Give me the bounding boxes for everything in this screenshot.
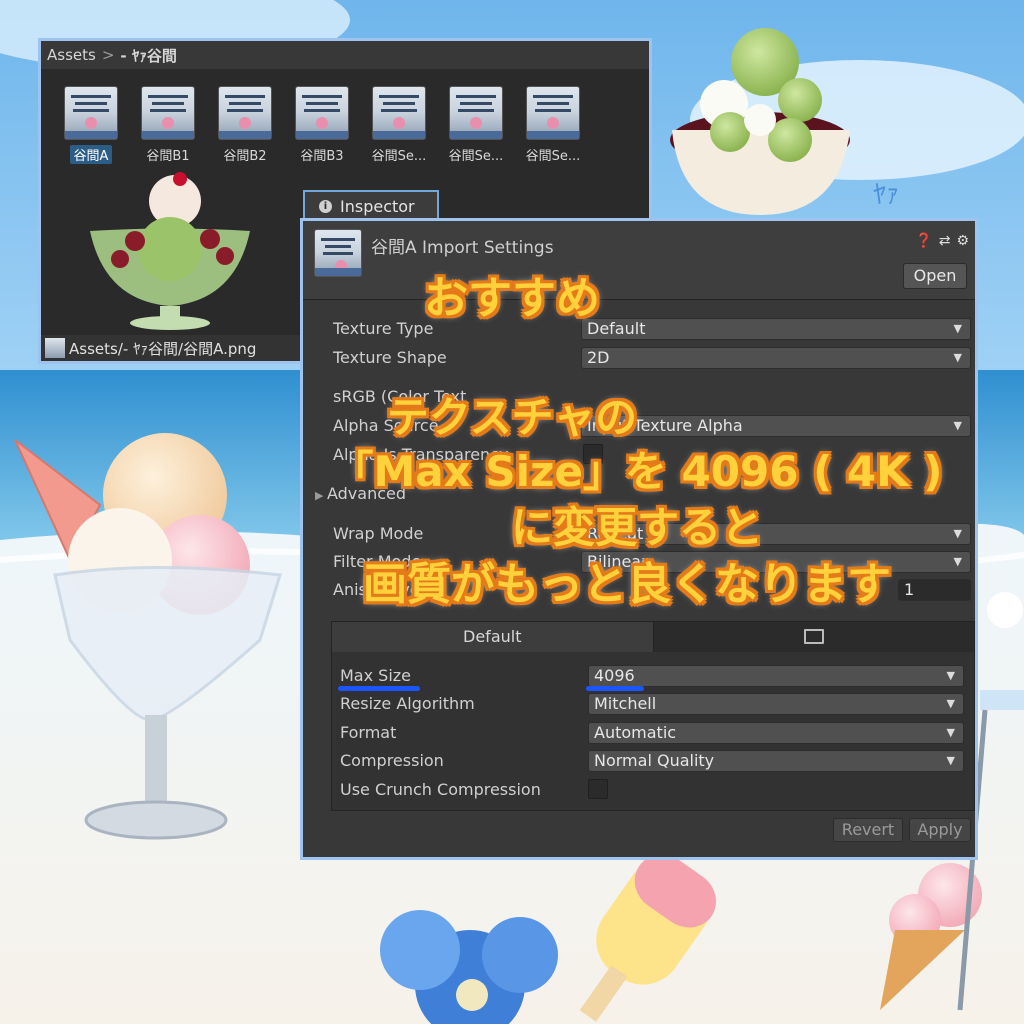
compression-value: Normal Quality	[594, 751, 715, 770]
caption-line-1: おすすめ	[424, 273, 600, 324]
resize-algorithm-value: Mitchell	[594, 694, 657, 713]
asset-item[interactable]: 谷間B2	[210, 87, 280, 164]
revert-button[interactable]: Revert	[833, 818, 903, 842]
texture-thumbnail	[527, 87, 579, 139]
asset-label: 谷間B2	[223, 149, 267, 164]
crunch-compression-checkbox[interactable]	[588, 779, 608, 799]
asset-item[interactable]: 谷間A	[56, 87, 126, 164]
asset-item[interactable]: 谷間Se...	[518, 87, 588, 164]
format-dropdown[interactable]: Automatic ▼	[588, 722, 964, 744]
texture-thumbnail	[296, 87, 348, 139]
dropdown-arrow-icon: ▼	[946, 697, 955, 710]
sliders-icon[interactable]: ⇄	[939, 233, 951, 249]
resize-algorithm-dropdown[interactable]: Mitchell ▼	[588, 693, 964, 715]
texture-thumbnail	[65, 87, 117, 139]
info-icon: i	[319, 199, 332, 213]
max-size-label-underline	[338, 686, 420, 691]
compression-dropdown[interactable]: Normal Quality ▼	[588, 750, 964, 772]
breadcrumb-assets[interactable]: Assets	[47, 46, 96, 64]
asset-label: 谷間Se...	[525, 149, 581, 164]
asset-label: 谷間B1	[146, 149, 190, 164]
texture-shape-dropdown[interactable]: 2D ▼	[581, 347, 971, 369]
monitor-icon	[803, 629, 824, 644]
gear-icon[interactable]: ⚙	[956, 233, 969, 249]
resize-algorithm-label: Resize Algorithm	[340, 694, 475, 713]
tab-inspector[interactable]: i Inspector	[303, 190, 439, 220]
asset-item[interactable]: 谷間Se...	[441, 87, 511, 164]
texture-thumbnail	[450, 87, 502, 139]
breadcrumb-current-folder[interactable]: - ﾔｧ谷間	[120, 45, 176, 66]
max-size-label: Max Size	[340, 666, 412, 685]
max-size-value: 4096	[594, 666, 635, 685]
import-settings-title: 谷間A Import Settings	[371, 238, 554, 258]
breadcrumb: Assets > - ﾔｧ谷間	[41, 41, 649, 69]
format-value: Automatic	[594, 723, 677, 742]
tab-default-platform[interactable]: Default	[332, 622, 654, 652]
platform-settings: Default Max Size 4096 ▼ Resize Algorithm …	[331, 621, 975, 811]
dropdown-arrow-icon: ▼	[946, 726, 955, 739]
caption-line-5: 画質がもっと良くなります	[363, 559, 891, 610]
asset-label: 谷間Se...	[448, 149, 504, 164]
texture-thumbnail	[219, 87, 271, 139]
texture-thumbnail	[373, 87, 425, 139]
dropdown-arrow-icon: ▼	[946, 754, 955, 767]
asset-label: 谷間B3	[300, 149, 344, 164]
asset-item[interactable]: 谷間B1	[133, 87, 203, 164]
texture-shape-value: 2D	[587, 348, 610, 367]
tab-label: Inspector	[340, 196, 415, 216]
texture-shape-label: Texture Shape	[333, 348, 447, 367]
tab-standalone-platform[interactable]	[653, 622, 974, 652]
max-size-dropdown[interactable]: 4096 ▼	[588, 665, 964, 687]
texture-thumbnail	[142, 87, 194, 139]
caption-line-2: テクスチャの	[386, 393, 638, 442]
max-size-value-underline	[586, 686, 644, 691]
asset-label: 谷間Se...	[371, 149, 427, 164]
breadcrumb-separator: >	[101, 46, 115, 64]
asset-label: 谷間A	[69, 145, 113, 164]
format-label: Format	[340, 723, 397, 742]
compression-label: Compression	[340, 751, 444, 770]
asset-path: Assets/- ﾔｧ谷間/谷間A.png	[69, 339, 257, 358]
help-icon[interactable]: ❓	[915, 233, 932, 249]
crunch-compression-label: Use Crunch Compression	[340, 780, 541, 799]
apply-button[interactable]: Apply	[909, 818, 971, 842]
caption-line-4: に変更すると	[510, 503, 763, 552]
caption-line-3: 「Max Size」を 4096 ( 4K )	[331, 447, 943, 496]
dropdown-arrow-icon: ▼	[946, 669, 955, 682]
dropdown-arrow-icon: ▼	[953, 351, 962, 364]
image-file-icon	[45, 338, 65, 358]
asset-item[interactable]: 谷間Se...	[364, 87, 434, 164]
asset-item[interactable]: 谷間B3	[287, 87, 357, 164]
